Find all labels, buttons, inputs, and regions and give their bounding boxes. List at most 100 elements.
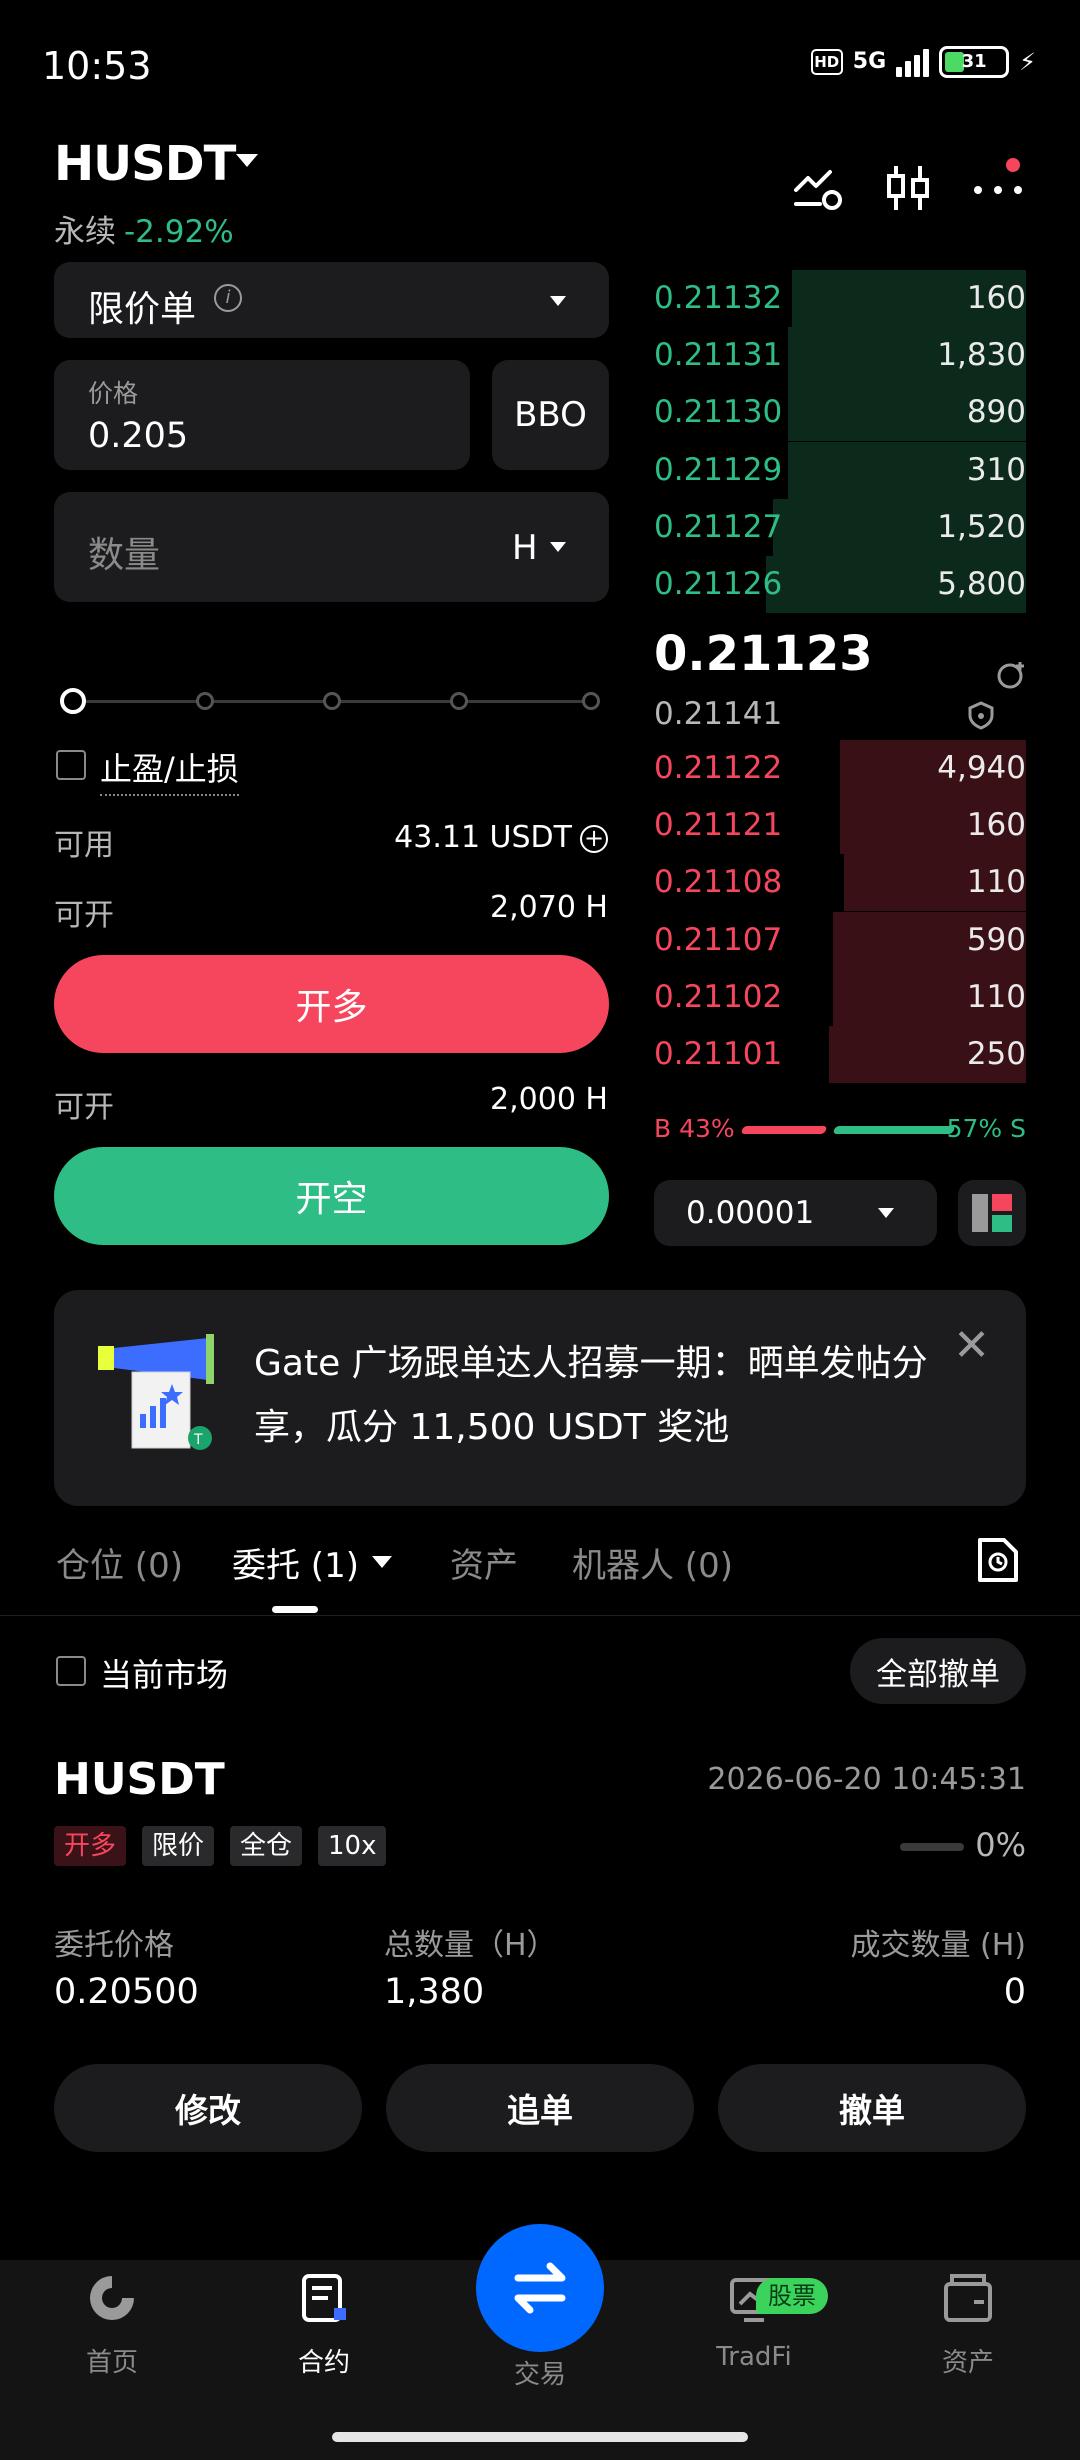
- home-icon: [90, 2276, 134, 2320]
- orderbook-price: 0.21126: [654, 566, 783, 602]
- last-price[interactable]: 0.21123: [654, 626, 873, 682]
- shield-icon[interactable]: [966, 700, 996, 730]
- battery-icon: 31: [939, 46, 1010, 78]
- tab-divider: [0, 1615, 1080, 1616]
- pair-title[interactable]: HUSDT: [54, 136, 236, 192]
- orderbook-price: 0.21129: [654, 451, 783, 488]
- buy-sell-ratio: B 43% 57% S: [654, 1114, 1026, 1144]
- signal-icon: [896, 47, 930, 77]
- sell-ratio-bar: [832, 1126, 956, 1134]
- short-max-label: 可开: [54, 1090, 114, 1125]
- bid-row[interactable]: 0.21121 160: [654, 797, 1026, 855]
- order-filled-value: 0: [1003, 1972, 1026, 2012]
- orderbook-size: 160: [966, 280, 1026, 316]
- current-market-label[interactable]: 当前市场: [100, 1650, 228, 1696]
- chevron-down-icon: [550, 296, 566, 306]
- tpsl-checkbox[interactable]: [56, 750, 86, 780]
- banner-text[interactable]: Gate 广场跟单达人招募一期：晒单发帖分享，瓜分 11,500 USDT 奖池: [254, 1332, 954, 1460]
- unit-dropdown-icon[interactable]: [550, 542, 566, 552]
- ask-row[interactable]: 0.21132 160: [654, 270, 1026, 327]
- orderbook-size: 110: [966, 978, 1026, 1015]
- nav-assets[interactable]: 资产: [898, 2270, 1038, 2379]
- quantity-input[interactable]: 数量 H: [54, 492, 609, 602]
- ask-row[interactable]: 0.21130 890: [654, 384, 1026, 442]
- trade-fab-button[interactable]: [476, 2224, 604, 2352]
- cancel-order-button[interactable]: 撤单: [718, 2064, 1026, 2152]
- contract-type: 永续: [54, 214, 116, 250]
- charging-icon: ⚡: [1019, 48, 1036, 76]
- available-row: 43.11 USDT +: [394, 820, 608, 855]
- nav-home[interactable]: 首页: [42, 2270, 182, 2379]
- available-label: 可用: [54, 828, 114, 863]
- pair-dropdown-icon[interactable]: [236, 154, 258, 167]
- orderbook-price: 0.21122: [654, 750, 783, 786]
- available-value: 43.11 USDT: [394, 820, 572, 855]
- open-short-button[interactable]: 开空: [54, 1147, 609, 1245]
- modify-order-button[interactable]: 修改: [54, 2064, 362, 2152]
- order-history-icon[interactable]: [976, 1536, 1020, 1584]
- tab-positions[interactable]: 仓位 (0): [56, 1538, 183, 1587]
- orderbook-price: 0.21108: [654, 864, 783, 901]
- orderbook-size: 890: [966, 394, 1026, 431]
- orderbook-size: 1,520: [937, 508, 1026, 545]
- orderbook-price: 0.21121: [654, 807, 783, 844]
- close-icon[interactable]: ✕: [953, 1320, 990, 1371]
- order-type-select[interactable]: 限价单 i: [54, 262, 609, 338]
- stock-badge: 股票: [756, 2278, 828, 2314]
- price-input[interactable]: 价格 0.205: [54, 360, 470, 470]
- orderbook-size: 160: [966, 807, 1026, 844]
- ask-row[interactable]: 0.21129 310: [654, 441, 1026, 499]
- swap-icon: [514, 2262, 566, 2314]
- tab-bots[interactable]: 机器人 (0): [572, 1538, 733, 1587]
- bid-row[interactable]: 0.21102 110: [654, 968, 1026, 1026]
- bid-row[interactable]: 0.21107 590: [654, 911, 1026, 969]
- order-type-tag: 限价: [142, 1826, 215, 1866]
- ask-row[interactable]: 0.21127 1,520: [654, 498, 1026, 556]
- precision-select[interactable]: 0.00001: [654, 1180, 937, 1246]
- bid-row[interactable]: 0.21108 110: [654, 854, 1026, 912]
- orderbook-size: 5,800: [937, 566, 1026, 602]
- orderbook-size: 4,940: [937, 750, 1026, 786]
- open-long-button[interactable]: 开多: [54, 955, 609, 1053]
- price-alert-icon[interactable]: [994, 660, 1026, 692]
- quantity-unit[interactable]: H: [512, 528, 538, 568]
- nav-trade-label[interactable]: 交易: [470, 2354, 610, 2391]
- margin-mode-tag: 全仓: [230, 1826, 303, 1866]
- current-market-checkbox[interactable]: [56, 1656, 86, 1686]
- buy-ratio: B 43%: [654, 1114, 735, 1143]
- wallet-icon: [944, 2274, 992, 2322]
- order-symbol[interactable]: HUSDT: [54, 1754, 225, 1805]
- precision-value: 0.00001: [686, 1195, 815, 1231]
- tab-orders[interactable]: 委托 (1): [232, 1538, 359, 1587]
- order-filled-label: 成交数量 (H): [850, 1928, 1026, 1963]
- orderbook-price: 0.21101: [654, 1036, 783, 1072]
- tab-assets[interactable]: 资产: [450, 1538, 518, 1587]
- tpsl-label[interactable]: 止盈/止损: [100, 744, 239, 796]
- network-label: 5G: [852, 49, 887, 74]
- fill-percent: 0%: [975, 1826, 1026, 1864]
- ask-row[interactable]: 0.21131 1,830: [654, 327, 1026, 385]
- slider-stop-75[interactable]: [450, 692, 468, 710]
- bid-row[interactable]: 0.21122 4,940: [654, 740, 1026, 797]
- slider-stop-50[interactable]: [323, 692, 341, 710]
- chart-settings-icon[interactable]: [790, 160, 846, 216]
- nav-contract[interactable]: 合约: [254, 2270, 394, 2379]
- orderbook-price: 0.21102: [654, 978, 783, 1015]
- price-value[interactable]: 0.205: [88, 416, 188, 456]
- slider-handle[interactable]: [60, 688, 86, 714]
- price-label: 价格: [88, 379, 139, 408]
- chase-order-button[interactable]: 追单: [386, 2064, 694, 2152]
- bid-row[interactable]: 0.21101 250: [654, 1026, 1026, 1083]
- orderbook-layout-icon[interactable]: [958, 1180, 1026, 1246]
- slider-stop-25[interactable]: [196, 692, 214, 710]
- tab-orders-dropdown-icon[interactable]: [372, 1556, 392, 1568]
- candlestick-icon[interactable]: [880, 160, 936, 216]
- cancel-all-button[interactable]: 全部撤单: [850, 1638, 1026, 1704]
- bbo-button[interactable]: BBO: [492, 360, 609, 470]
- ask-row[interactable]: 0.21126 5,800: [654, 556, 1026, 613]
- info-icon[interactable]: i: [214, 284, 242, 312]
- promo-banner[interactable]: T Gate 广场跟单达人招募一期：晒单发帖分享，瓜分 11,500 USDT …: [54, 1290, 1026, 1506]
- notification-dot: [1006, 158, 1020, 172]
- slider-stop-100[interactable]: [582, 692, 600, 710]
- add-funds-icon[interactable]: +: [580, 824, 608, 853]
